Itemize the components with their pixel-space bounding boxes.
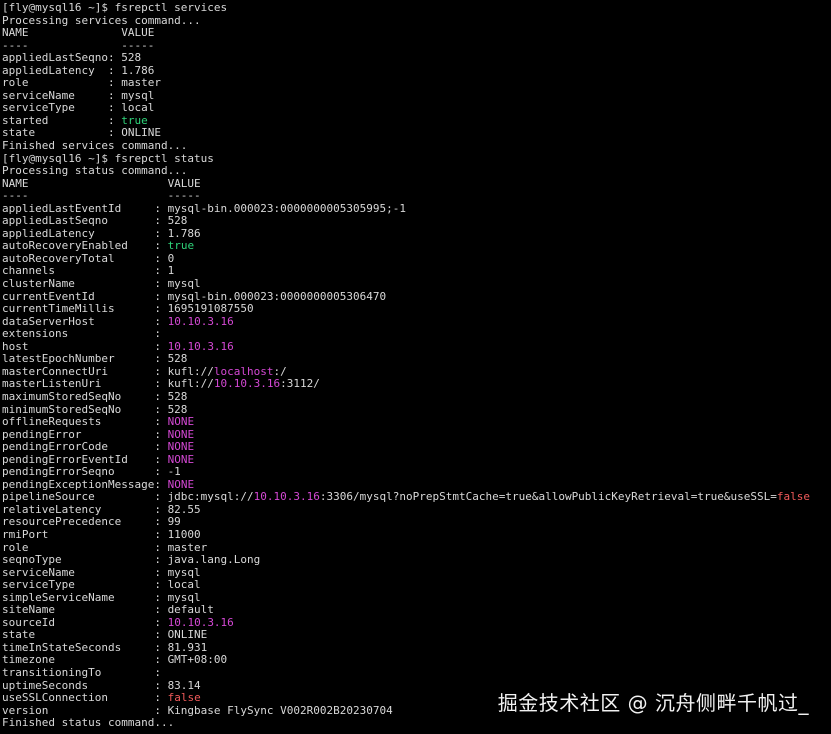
terminal-text: NAME VALUE bbox=[2, 176, 201, 190]
terminal-text: NONE bbox=[167, 415, 195, 429]
terminal-text: Processing status command... bbox=[2, 164, 188, 178]
terminal-text: [fly@mysql16 ~]$ fsrepctl status bbox=[2, 151, 214, 165]
terminal-text: true bbox=[121, 113, 148, 127]
terminal-text: started : bbox=[2, 113, 122, 127]
terminal-output[interactable]: [fly@mysql16 ~]$ fsrepctl services Proces… bbox=[0, 0, 831, 734]
terminal-text: offlineRequests : bbox=[2, 415, 168, 429]
terminal-text: currentTimeMillis : 1695191087550 bbox=[2, 302, 254, 316]
terminal-text: state : ONLINE bbox=[2, 628, 208, 642]
terminal-text: resourcePrecedence : 99 bbox=[2, 515, 181, 529]
terminal-text: useSSLConnection : bbox=[2, 691, 168, 705]
terminal-text: :3306/mysql?noPrepStmtCache=true&allowPu… bbox=[319, 490, 777, 504]
terminal-text: seqnoType : java.lang.Long bbox=[2, 553, 261, 567]
terminal-text: extensions : bbox=[2, 327, 168, 341]
terminal-text: serviceName : mysql bbox=[2, 88, 155, 102]
terminal-text: rmiPort : 11000 bbox=[2, 527, 201, 541]
terminal-text: :3112/ bbox=[280, 377, 320, 391]
terminal-text: appliedLatency : 1.786 bbox=[2, 63, 155, 77]
terminal-text: false bbox=[167, 691, 201, 705]
terminal-text: autoRecoveryTotal : 0 bbox=[2, 251, 175, 265]
terminal-text: appliedLatency : 1.786 bbox=[2, 226, 201, 240]
terminal-text: NONE bbox=[167, 477, 195, 491]
terminal-text: 10.10.3.16 bbox=[167, 339, 234, 353]
terminal-text: sourceId : bbox=[2, 615, 168, 629]
terminal-text: NONE bbox=[167, 440, 195, 454]
terminal-text: Finished services command... bbox=[2, 139, 188, 153]
terminal-text: pendingErrorCode : bbox=[2, 440, 168, 454]
terminal-text: masterConnectUri : kufl:// bbox=[2, 364, 214, 378]
terminal-text: serviceType : local bbox=[2, 101, 155, 115]
terminal-text: 10.10.3.16 bbox=[253, 490, 320, 504]
terminal-text: pipelineSource : jdbc:mysql:// bbox=[2, 490, 254, 504]
terminal-text: pendingExceptionMessage: bbox=[2, 477, 168, 491]
terminal-line: Finished status command... bbox=[2, 716, 831, 730]
terminal-text: channels : 1 bbox=[2, 264, 175, 278]
terminal-text: version : Kingbase FlySync V002R002B2023… bbox=[2, 703, 393, 717]
terminal-text: pendingError : bbox=[2, 427, 168, 441]
terminal-text: :/ bbox=[273, 364, 287, 378]
terminal-text: [fly@mysql16 ~]$ fsrepctl services bbox=[2, 1, 228, 14]
terminal-text: 10.10.3.16 bbox=[167, 314, 234, 328]
terminal-text: latestEpochNumber : 528 bbox=[2, 352, 188, 366]
terminal-text: dataServerHost : bbox=[2, 314, 168, 328]
terminal-text: masterListenUri : kufl:// bbox=[2, 377, 214, 391]
terminal-text: simpleServiceName : mysql bbox=[2, 590, 201, 604]
terminal-text: maximumStoredSeqNo : 528 bbox=[2, 389, 188, 403]
terminal-text: timezone : GMT+08:00 bbox=[2, 653, 228, 667]
terminal-text: clusterName : mysql bbox=[2, 277, 201, 291]
terminal-text: pendingErrorEventId : bbox=[2, 452, 168, 466]
terminal-text: timeInStateSeconds : 81.931 bbox=[2, 640, 208, 654]
terminal-text: ---- ----- bbox=[2, 38, 155, 52]
terminal-text: transitioningTo : bbox=[2, 665, 168, 679]
terminal-text: serviceName : mysql bbox=[2, 565, 201, 579]
terminal-text: NAME VALUE bbox=[2, 26, 155, 40]
terminal-text: role : master bbox=[2, 76, 161, 90]
terminal-text: serviceType : local bbox=[2, 578, 201, 592]
terminal-text: autoRecoveryEnabled : bbox=[2, 239, 168, 253]
terminal-text: host : bbox=[2, 339, 168, 353]
terminal-text: state : ONLINE bbox=[2, 126, 161, 140]
terminal-text: Finished status command... bbox=[2, 716, 175, 730]
terminal-text: appliedLastEventId : mysql-bin.000023:00… bbox=[2, 201, 406, 215]
terminal-text: uptimeSeconds : 83.14 bbox=[2, 678, 201, 692]
terminal-text: NONE bbox=[167, 427, 195, 441]
terminal-text: appliedLastSeqno: 528 bbox=[2, 51, 142, 65]
terminal-text: true bbox=[167, 239, 195, 253]
terminal-text: ---- ----- bbox=[2, 189, 201, 203]
terminal-text: Processing services command... bbox=[2, 13, 201, 27]
terminal-text: pendingErrorSeqno : -1 bbox=[2, 465, 181, 479]
terminal-text: 10.10.3.16 bbox=[213, 377, 281, 391]
terminal-text: relativeLatency : 82.55 bbox=[2, 502, 201, 516]
watermark: 掘金技术社区 @ 沉舟侧畔千帆过_ bbox=[497, 691, 809, 715]
terminal-text: appliedLastSeqno : 528 bbox=[2, 214, 188, 228]
terminal-text: false bbox=[776, 490, 810, 504]
terminal-text: localhost bbox=[213, 364, 274, 378]
terminal-text: 10.10.3.16 bbox=[167, 615, 234, 629]
terminal-text: minimumStoredSeqNo : 528 bbox=[2, 402, 188, 416]
terminal-text: currentEventId : mysql-bin.000023:000000… bbox=[2, 289, 387, 303]
terminal-text: NONE bbox=[167, 452, 195, 466]
terminal-text: role : master bbox=[2, 540, 208, 554]
terminal-text: siteName : default bbox=[2, 603, 214, 617]
